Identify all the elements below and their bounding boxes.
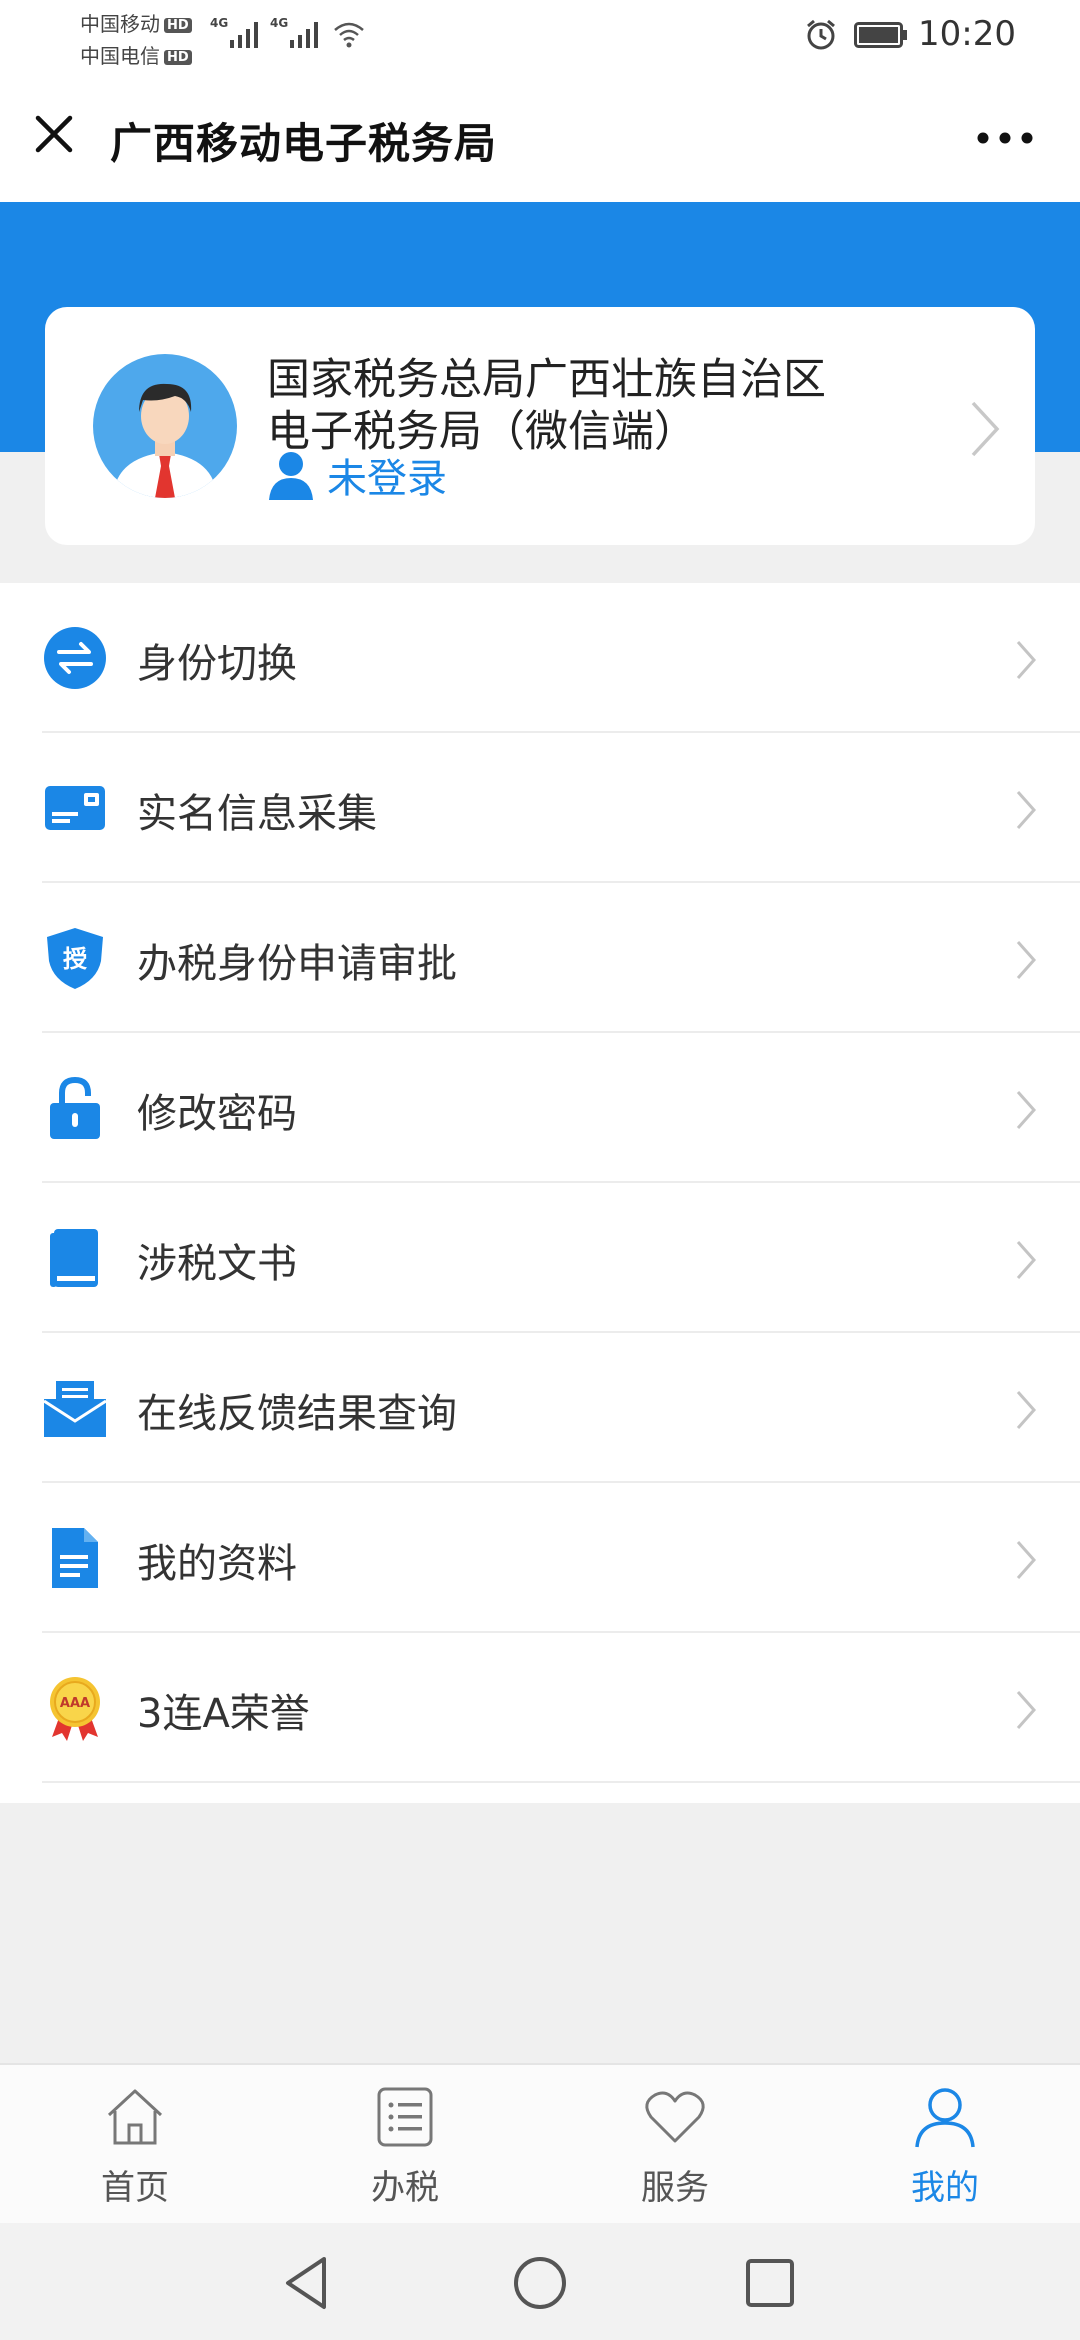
menu-item-label: 我的资料	[137, 1541, 297, 1587]
system-nav-bar	[0, 2223, 1080, 2340]
menu-item-label: 实名信息采集	[137, 791, 377, 837]
recents-icon[interactable]	[740, 2253, 800, 2313]
chevron-right-icon	[1016, 941, 1037, 979]
menu-item-label: 3连A荣誉	[137, 1691, 310, 1737]
carrier-1: 中国移动 HD	[80, 8, 192, 37]
clock: 10:20	[918, 14, 1016, 54]
login-status[interactable]: 未登录	[267, 447, 447, 503]
user-icon	[269, 452, 313, 500]
menu-item-feedback-query[interactable]: 在线反馈结果查询	[0, 1333, 1080, 1483]
menu-item-label: 涉税文书	[137, 1241, 297, 1287]
tab-label: 首页	[101, 2168, 169, 2208]
menu-list: 身份切换 实名信息采集 授 办税身份申请审批 修改密码 涉税文书 在线反馈结果查…	[0, 583, 1080, 1803]
list-icon	[377, 2087, 433, 2147]
home-icon	[107, 2089, 163, 2145]
title-bar: 广西移动电子税务局	[0, 70, 1080, 202]
heart-icon	[645, 2091, 705, 2143]
menu-item-label: 修改密码	[137, 1091, 297, 1137]
chevron-right-icon	[1016, 1241, 1037, 1279]
signal-bars-icon	[290, 22, 318, 48]
menu-item-change-password[interactable]: 修改密码	[0, 1033, 1080, 1183]
tab-label: 我的	[911, 2168, 979, 2208]
lock-icon	[50, 1076, 100, 1139]
shield-authorize-icon: 授	[47, 928, 103, 989]
id-card-icon	[45, 786, 105, 830]
chevron-right-icon	[1016, 1541, 1037, 1579]
menu-item-label: 办税身份申请审批	[137, 941, 457, 987]
menu-item-tax-documents[interactable]: 涉税文书	[0, 1183, 1080, 1333]
tab-label: 办税	[371, 2168, 439, 2208]
carrier-2-name: 中国电信	[80, 44, 160, 68]
signal-bars-icon	[230, 22, 258, 48]
hd-badge: HD	[164, 50, 192, 65]
carrier-2: 中国电信 HD	[80, 40, 192, 69]
medal-icon: AAA	[50, 1677, 100, 1741]
status-bar: 中国移动 HD 中国电信 HD 4G 4G 10:20	[0, 0, 1080, 70]
tab-tax[interactable]: 办税	[270, 2065, 540, 2223]
switch-identity-icon	[44, 627, 106, 689]
network-tag: 4G	[210, 16, 229, 30]
profile-card[interactable]: 国家税务总局广西壮族自治区 电子税务局（微信端） 未登录	[45, 307, 1035, 545]
document-icon	[52, 1528, 98, 1588]
battery-icon	[854, 22, 907, 48]
tab-home[interactable]: 首页	[0, 2065, 270, 2223]
book-icon	[50, 1229, 98, 1287]
tab-label: 服务	[641, 2168, 709, 2208]
menu-item-label: 在线反馈结果查询	[137, 1391, 457, 1437]
chevron-right-icon	[971, 401, 1000, 457]
avatar	[93, 354, 237, 498]
bottom-tab-bar: 首页 办税 服务 我的	[0, 2063, 1080, 2223]
more-icon[interactable]	[970, 110, 1040, 166]
medal-text: AAA	[60, 1696, 90, 1711]
chevron-right-icon	[1016, 1091, 1037, 1129]
hd-badge: HD	[164, 18, 192, 33]
menu-item-my-profile-docs[interactable]: 我的资料	[0, 1483, 1080, 1633]
home-circle-icon[interactable]	[510, 2253, 570, 2313]
menu-item-3a-honor[interactable]: AAA 3连A荣誉	[0, 1633, 1080, 1783]
tab-services[interactable]: 服务	[540, 2065, 810, 2223]
menu-item-identity-approval[interactable]: 授 办税身份申请审批	[0, 883, 1080, 1033]
wifi-icon	[334, 22, 364, 48]
menu-item-switch-identity[interactable]: 身份切换	[0, 583, 1080, 733]
carrier-1-name: 中国移动	[80, 12, 160, 36]
page-title: 广西移动电子税务局	[110, 119, 498, 168]
chevron-right-icon	[1016, 1691, 1037, 1729]
menu-item-realname-info[interactable]: 实名信息采集	[0, 733, 1080, 883]
person-icon	[915, 2088, 975, 2148]
close-icon[interactable]	[26, 106, 82, 162]
alarm-icon	[807, 19, 835, 50]
back-icon[interactable]	[278, 2253, 338, 2313]
chevron-right-icon	[1016, 791, 1037, 829]
tab-mine[interactable]: 我的	[810, 2065, 1080, 2223]
chevron-right-icon	[1016, 641, 1037, 679]
chevron-right-icon	[1016, 1391, 1037, 1429]
login-status-label: 未登录	[327, 456, 447, 502]
menu-item-label: 身份切换	[137, 641, 297, 687]
shield-glyph: 授	[63, 945, 88, 973]
mail-icon	[43, 1381, 107, 1437]
divider	[42, 1781, 1080, 1783]
network-tag: 4G	[270, 16, 289, 30]
